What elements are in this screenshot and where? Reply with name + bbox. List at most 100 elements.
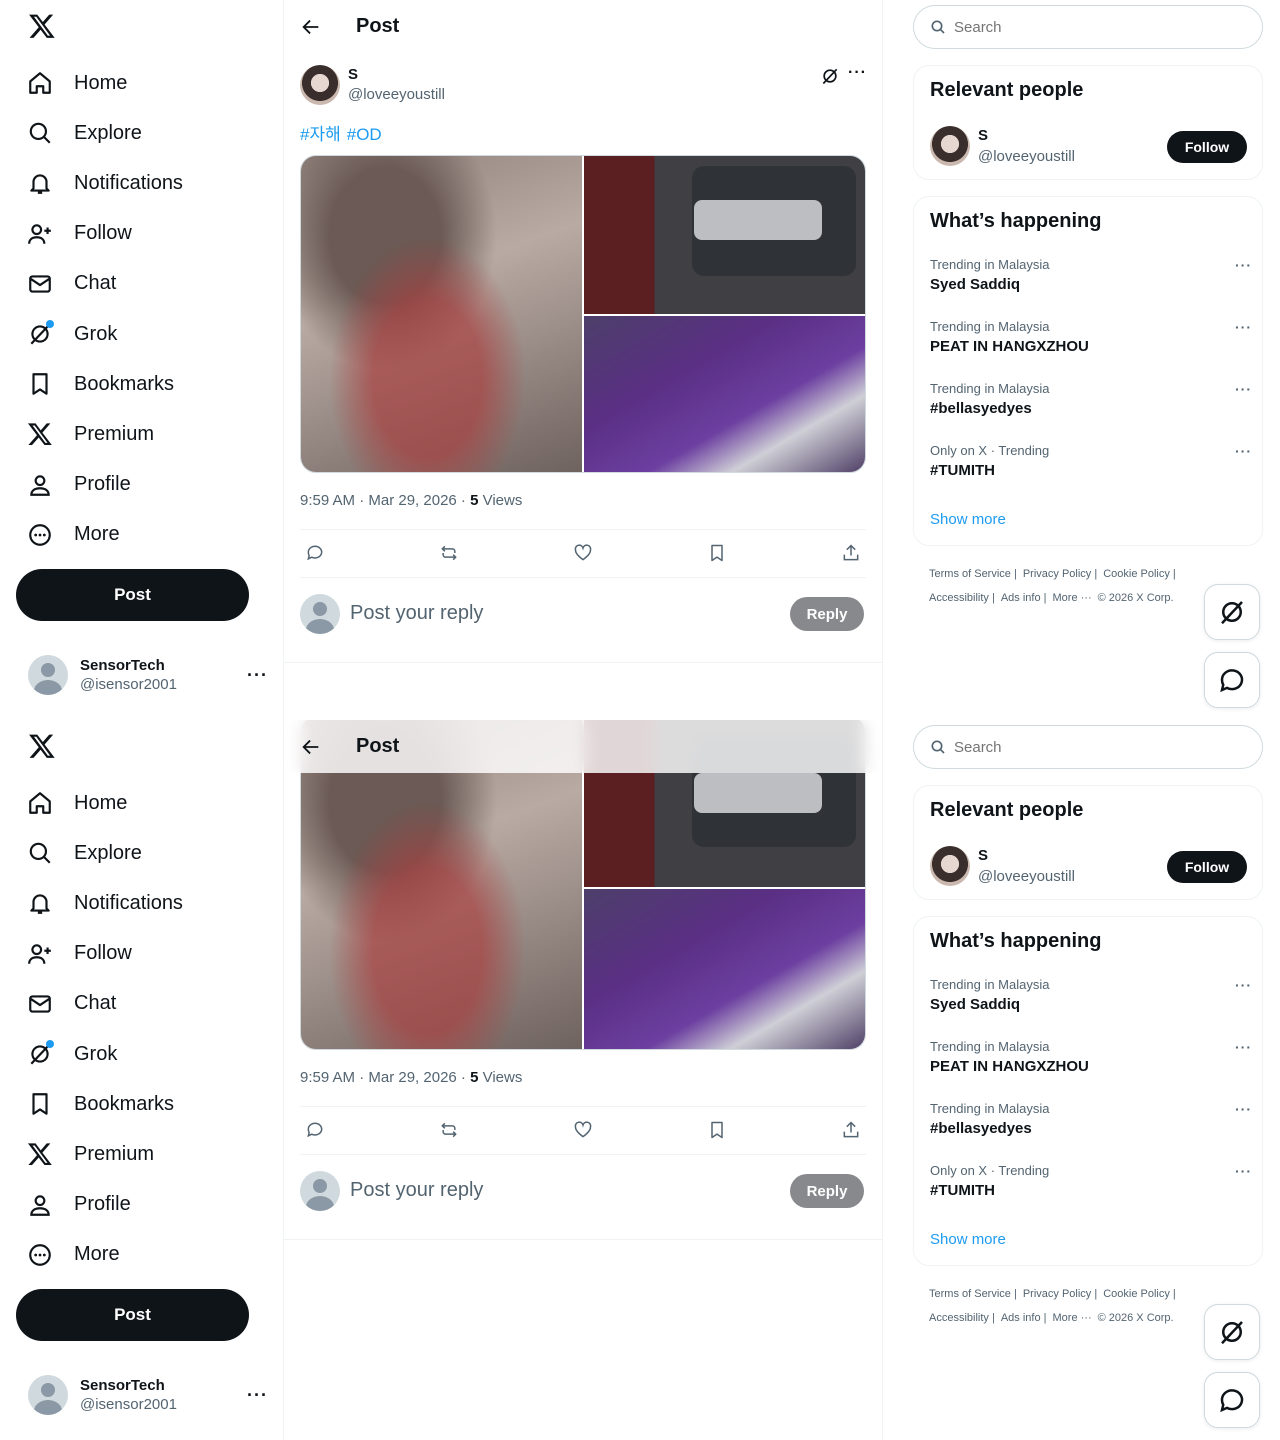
nav-item-more[interactable]: More (16, 510, 266, 560)
author-name[interactable]: S (348, 66, 358, 83)
hashtag-link[interactable]: #자해 (300, 125, 341, 144)
grok-icon[interactable] (820, 66, 840, 86)
like-icon[interactable] (568, 1115, 598, 1145)
grok-fab[interactable] (1204, 1304, 1260, 1360)
repost-icon[interactable] (434, 538, 464, 568)
x-logo-icon[interactable] (28, 12, 56, 42)
trend-item[interactable]: Trending in Malaysia #bellasyedyes ··· (930, 1101, 1252, 1151)
more-icon[interactable]: ··· (1235, 319, 1252, 335)
more-icon[interactable]: ··· (1235, 1101, 1252, 1117)
bookmark-icon[interactable] (702, 538, 732, 568)
avatar[interactable] (930, 846, 970, 886)
search-box[interactable] (913, 5, 1263, 49)
footer-link[interactable]: Privacy Policy | (1023, 1288, 1097, 1300)
person-name[interactable]: S (978, 127, 988, 144)
nav-item-chat[interactable]: Chat (16, 259, 266, 309)
nav-item-profile[interactable]: Profile (16, 1180, 266, 1230)
photo[interactable] (584, 316, 865, 472)
avatar[interactable] (930, 126, 970, 166)
person-handle[interactable]: @loveeyoustill (978, 148, 1075, 165)
back-arrow-icon[interactable] (300, 736, 322, 758)
more-icon[interactable]: ··· (1235, 443, 1252, 459)
more-icon[interactable]: ··· (247, 665, 268, 686)
reply-icon[interactable] (300, 538, 330, 568)
person-name[interactable]: S (978, 847, 988, 864)
messages-fab[interactable] (1204, 1372, 1260, 1428)
footer-link[interactable]: Accessibility | (929, 1312, 995, 1324)
like-icon[interactable] (568, 538, 598, 568)
search-input[interactable] (954, 18, 1234, 36)
footer-link[interactable]: Accessibility | (929, 592, 995, 604)
follow-button[interactable]: Follow (1167, 131, 1247, 163)
nav-item-chat[interactable]: Chat (16, 979, 266, 1029)
nav-item-premium[interactable]: Premium (16, 409, 266, 459)
hashtag-link[interactable]: #OD (347, 125, 382, 144)
nav-item-home[interactable]: Home (16, 778, 266, 828)
footer-link[interactable]: Terms of Service | (929, 568, 1017, 580)
search-box[interactable] (913, 725, 1263, 769)
nav-item-bookmarks[interactable]: Bookmarks (16, 1079, 266, 1129)
reply-input[interactable]: Post your reply (350, 602, 483, 625)
show-more-link[interactable]: Show more (930, 511, 1006, 528)
footer-link[interactable]: Cookie Policy | (1103, 568, 1176, 580)
post-button[interactable]: Post (16, 569, 249, 621)
reply-button[interactable]: Reply (790, 597, 864, 631)
back-arrow-icon[interactable] (300, 16, 322, 38)
footer-link[interactable]: Ads info | (1001, 1312, 1047, 1324)
grok-fab[interactable] (1204, 584, 1260, 640)
share-icon[interactable] (836, 1115, 866, 1145)
nav-item-grok[interactable]: Grok (16, 1029, 266, 1079)
trend-item[interactable]: Trending in Malaysia #bellasyedyes ··· (930, 381, 1252, 431)
more-icon[interactable]: ··· (848, 64, 867, 82)
reply-icon[interactable] (300, 1115, 330, 1145)
nav-item-notifications[interactable]: Notifications (16, 158, 266, 208)
follow-button[interactable]: Follow (1167, 851, 1247, 883)
more-icon[interactable]: ··· (247, 1385, 268, 1406)
bookmark-icon[interactable] (702, 1115, 732, 1145)
show-more-link[interactable]: Show more (930, 1231, 1006, 1248)
author-avatar[interactable] (300, 65, 340, 105)
nav-item-grok[interactable]: Grok (16, 309, 266, 359)
nav-item-bookmarks[interactable]: Bookmarks (16, 359, 266, 409)
more-icon[interactable]: ··· (1235, 381, 1252, 397)
footer-link[interactable]: Cookie Policy | (1103, 1288, 1176, 1300)
trend-item[interactable]: Trending in Malaysia PEAT IN HANGXZHOU ·… (930, 1039, 1252, 1089)
nav-item-notifications[interactable]: Notifications (16, 878, 266, 928)
reply-input[interactable]: Post your reply (350, 1179, 483, 1202)
reply-button[interactable]: Reply (790, 1174, 864, 1208)
nav-item-explore[interactable]: Explore (16, 828, 266, 878)
photo[interactable] (584, 156, 865, 314)
repost-icon[interactable] (434, 1115, 464, 1145)
photo[interactable] (301, 156, 582, 472)
account-switcher[interactable]: SensorTech @isensor2001 ··· (28, 1375, 268, 1415)
footer-link[interactable]: Privacy Policy | (1023, 568, 1097, 580)
post-timestamp[interactable]: 9:59 AM · Mar 29, 2026 · (300, 1069, 470, 1086)
more-icon[interactable]: ··· (1235, 257, 1252, 273)
more-icon[interactable]: ··· (1235, 1163, 1252, 1179)
footer-link[interactable]: Terms of Service | (929, 1288, 1017, 1300)
photo[interactable] (584, 889, 865, 1049)
footer-link[interactable]: Ads info | (1001, 592, 1047, 604)
trend-item[interactable]: Only on X · Trending #TUMITH ··· (930, 443, 1252, 493)
nav-item-more[interactable]: More (16, 1230, 266, 1280)
post-timestamp[interactable]: 9:59 AM · Mar 29, 2026 · (300, 492, 470, 509)
post-button[interactable]: Post (16, 1289, 249, 1341)
share-icon[interactable] (836, 538, 866, 568)
nav-item-home[interactable]: Home (16, 58, 266, 108)
person-handle[interactable]: @loveeyoustill (978, 868, 1075, 885)
more-icon[interactable]: ··· (1235, 977, 1252, 993)
footer-link[interactable]: More ··· (1053, 1312, 1092, 1324)
author-handle[interactable]: @loveeyoustill (348, 86, 445, 103)
nav-item-premium[interactable]: Premium (16, 1129, 266, 1179)
nav-item-explore[interactable]: Explore (16, 108, 266, 158)
search-input[interactable] (954, 738, 1234, 756)
nav-item-follow[interactable]: Follow (16, 209, 266, 259)
trend-item[interactable]: Only on X · Trending #TUMITH ··· (930, 1163, 1252, 1213)
footer-link[interactable]: More ··· (1053, 592, 1092, 604)
trend-item[interactable]: Trending in Malaysia Syed Saddiq ··· (930, 257, 1252, 307)
nav-item-profile[interactable]: Profile (16, 460, 266, 510)
messages-fab[interactable] (1204, 652, 1260, 708)
more-icon[interactable]: ··· (1235, 1039, 1252, 1055)
x-logo-icon[interactable] (28, 732, 56, 762)
trend-item[interactable]: Trending in Malaysia PEAT IN HANGXZHOU ·… (930, 319, 1252, 369)
